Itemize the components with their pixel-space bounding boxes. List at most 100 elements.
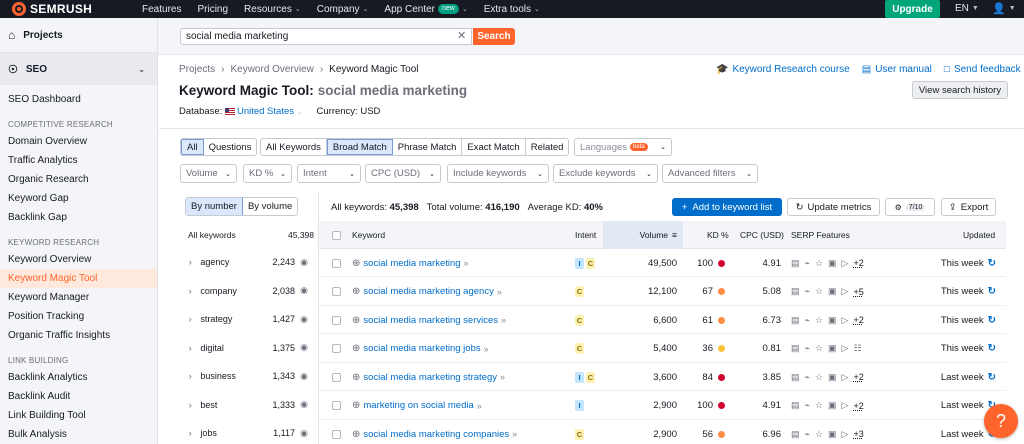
filter-phrase-match[interactable]: Phrase Match	[393, 139, 463, 155]
row-checkbox[interactable]	[332, 335, 341, 363]
column-volume[interactable]: Volume ≡	[603, 221, 683, 249]
breadcrumb-projects[interactable]: Projects	[179, 64, 215, 75]
search-button[interactable]: Search	[473, 28, 515, 45]
double-chevron-icon[interactable]: »	[501, 315, 506, 325]
filter-dropdown-kd[interactable]: KD % ⌄	[243, 164, 292, 183]
add-circle-icon[interactable]: ⊕	[352, 429, 360, 440]
keyword-group-row[interactable]: › strategy 1,427 ◉	[180, 305, 308, 333]
row-checkbox[interactable]	[332, 249, 341, 277]
nav-item-app-center[interactable]: App Center new ⌄	[384, 4, 467, 15]
sidebar-item-link-building-tool[interactable]: Link Building Tool	[0, 406, 157, 425]
keyword-research-course-link[interactable]: 🎓 Keyword Research course	[716, 64, 850, 75]
add-circle-icon[interactable]: ⊕	[352, 315, 360, 326]
eye-icon[interactable]: ◉	[295, 257, 308, 268]
filter-dropdown-exclude-keywords[interactable]: Exclude keywords ⌄	[553, 164, 658, 183]
filter-exact-match[interactable]: Exact Match	[462, 139, 526, 155]
by-number-toggle[interactable]: By number	[186, 198, 243, 215]
user-menu[interactable]: 👤 ▼	[992, 2, 1016, 15]
by-volume-toggle[interactable]: By volume	[243, 198, 297, 215]
row-checkbox[interactable]	[332, 278, 341, 306]
column-keyword[interactable]: Keyword	[352, 221, 385, 249]
column-updated[interactable]: Updated	[963, 221, 995, 249]
filter-dropdown-cpc-usd[interactable]: CPC (USD) ⌄	[365, 164, 441, 183]
keyword-link[interactable]: ⊕ marketing on social media»	[352, 400, 482, 411]
add-circle-icon[interactable]: ⊕	[352, 372, 360, 383]
user-manual-link[interactable]: ▤ User manual	[862, 64, 932, 75]
sidebar-item-backlink-audit[interactable]: Backlink Audit	[0, 387, 157, 406]
add-circle-icon[interactable]: ⊕	[352, 258, 360, 269]
add-circle-icon[interactable]: ⊕	[352, 343, 360, 354]
export-button[interactable]: ⇪ Export	[941, 198, 996, 216]
keyword-group-row[interactable]: › jobs 1,117 ◉	[180, 419, 308, 444]
checkbox[interactable]	[332, 287, 341, 296]
serp-more-link[interactable]: +2	[853, 401, 863, 411]
view-search-history-button[interactable]: View search history	[912, 81, 1008, 99]
serp-more-link[interactable]: +5	[853, 287, 863, 297]
sidebar-item-backlink-analytics[interactable]: Backlink Analytics	[0, 368, 157, 387]
filter-dropdown-intent[interactable]: Intent ⌄	[297, 164, 361, 183]
double-chevron-icon[interactable]: »	[500, 372, 505, 382]
serp-more-link[interactable]: +3	[853, 429, 863, 439]
select-all-checkbox[interactable]	[332, 221, 341, 249]
refresh-icon[interactable]: ↻	[988, 286, 996, 297]
sidebar-item-organic-research[interactable]: Organic Research	[0, 170, 157, 189]
row-checkbox[interactable]	[332, 306, 341, 334]
eye-icon[interactable]: ◉	[295, 371, 308, 382]
eye-icon[interactable]: ◉	[295, 342, 308, 353]
keyword-group-row[interactable]: › best 1,333 ◉	[180, 391, 308, 419]
nav-item-extra-tools[interactable]: Extra tools ⌄	[484, 4, 540, 15]
keyword-link[interactable]: ⊕ social media marketing»	[352, 258, 469, 269]
column-settings-button[interactable]: ⚙ 7/10	[885, 198, 935, 216]
column-kd[interactable]: KD %	[707, 221, 729, 249]
nav-item-resources[interactable]: Resources ⌄	[244, 4, 301, 15]
search-input[interactable]: social media marketing	[180, 28, 472, 45]
row-checkbox[interactable]	[332, 392, 341, 420]
language-selector[interactable]: EN ▼	[955, 3, 979, 14]
sidebar-item-keyword-magic-tool[interactable]: Keyword Magic Tool	[0, 269, 157, 288]
send-feedback-link[interactable]: □ Send feedback	[944, 64, 1021, 75]
row-checkbox[interactable]	[332, 363, 341, 391]
sidebar-projects[interactable]: ⌂ Projects	[0, 18, 157, 53]
eye-icon[interactable]: ◉	[295, 285, 308, 296]
double-chevron-icon[interactable]: »	[497, 287, 502, 297]
refresh-icon[interactable]: ↻	[988, 372, 996, 383]
column-cpc[interactable]: CPC (USD)	[740, 221, 784, 249]
double-chevron-icon[interactable]: »	[484, 344, 489, 354]
sidebar-seo-toggle[interactable]: ☉ SEO ⌄	[0, 53, 157, 85]
sidebar-item-organic-traffic-insights[interactable]: Organic Traffic Insights	[0, 326, 157, 345]
filter-broad-match[interactable]: Broad Match	[326, 139, 393, 155]
filter-all-keywords[interactable]: All Keywords	[261, 139, 327, 155]
sidebar-item-domain-overview[interactable]: Domain Overview	[0, 132, 157, 151]
filter-dropdown-advanced-filters[interactable]: Advanced filters ⌄	[662, 164, 758, 183]
column-serp-features[interactable]: SERP Features	[791, 221, 850, 249]
checkbox[interactable]	[332, 401, 341, 410]
checkbox[interactable]	[332, 315, 341, 325]
keyword-link[interactable]: ⊕ social media marketing jobs»	[352, 343, 489, 354]
nav-item-pricing[interactable]: Pricing	[197, 4, 228, 15]
update-metrics-button[interactable]: ↻ Update metrics	[787, 198, 880, 216]
sidebar-item-traffic-analytics[interactable]: Traffic Analytics	[0, 151, 157, 170]
database-selector[interactable]: United States ⌄	[224, 106, 303, 117]
help-button[interactable]: ?	[984, 404, 1018, 438]
sidebar-item-bulk-analysis[interactable]: Bulk Analysis	[0, 425, 157, 444]
checkbox[interactable]	[332, 258, 341, 268]
sidebar-item-position-tracking[interactable]: Position Tracking	[0, 307, 157, 326]
upgrade-button[interactable]: Upgrade	[885, 0, 940, 18]
filter-all[interactable]: All	[181, 139, 204, 155]
keyword-link[interactable]: ⊕ social media marketing strategy»	[352, 372, 505, 383]
checkbox[interactable]	[332, 372, 341, 382]
eye-icon[interactable]: ◉	[295, 428, 308, 439]
keyword-link[interactable]: ⊕ social media marketing agency»	[352, 286, 502, 297]
filter-questions[interactable]: Questions	[204, 139, 257, 155]
nav-item-features[interactable]: Features	[142, 4, 181, 15]
double-chevron-icon[interactable]: »	[512, 429, 517, 439]
breadcrumb-keyword-overview[interactable]: Keyword Overview	[230, 64, 313, 75]
serp-more-link[interactable]: +2	[853, 315, 863, 325]
add-circle-icon[interactable]: ⊕	[352, 286, 360, 297]
eye-icon[interactable]: ◉	[295, 399, 308, 410]
sidebar-item-keyword-overview[interactable]: Keyword Overview	[0, 250, 157, 269]
sidebar-item-keyword-gap[interactable]: Keyword Gap	[0, 189, 157, 208]
sidebar-item-backlink-gap[interactable]: Backlink Gap	[0, 208, 157, 227]
row-checkbox[interactable]	[332, 420, 341, 444]
sidebar-item-keyword-manager[interactable]: Keyword Manager	[0, 288, 157, 307]
